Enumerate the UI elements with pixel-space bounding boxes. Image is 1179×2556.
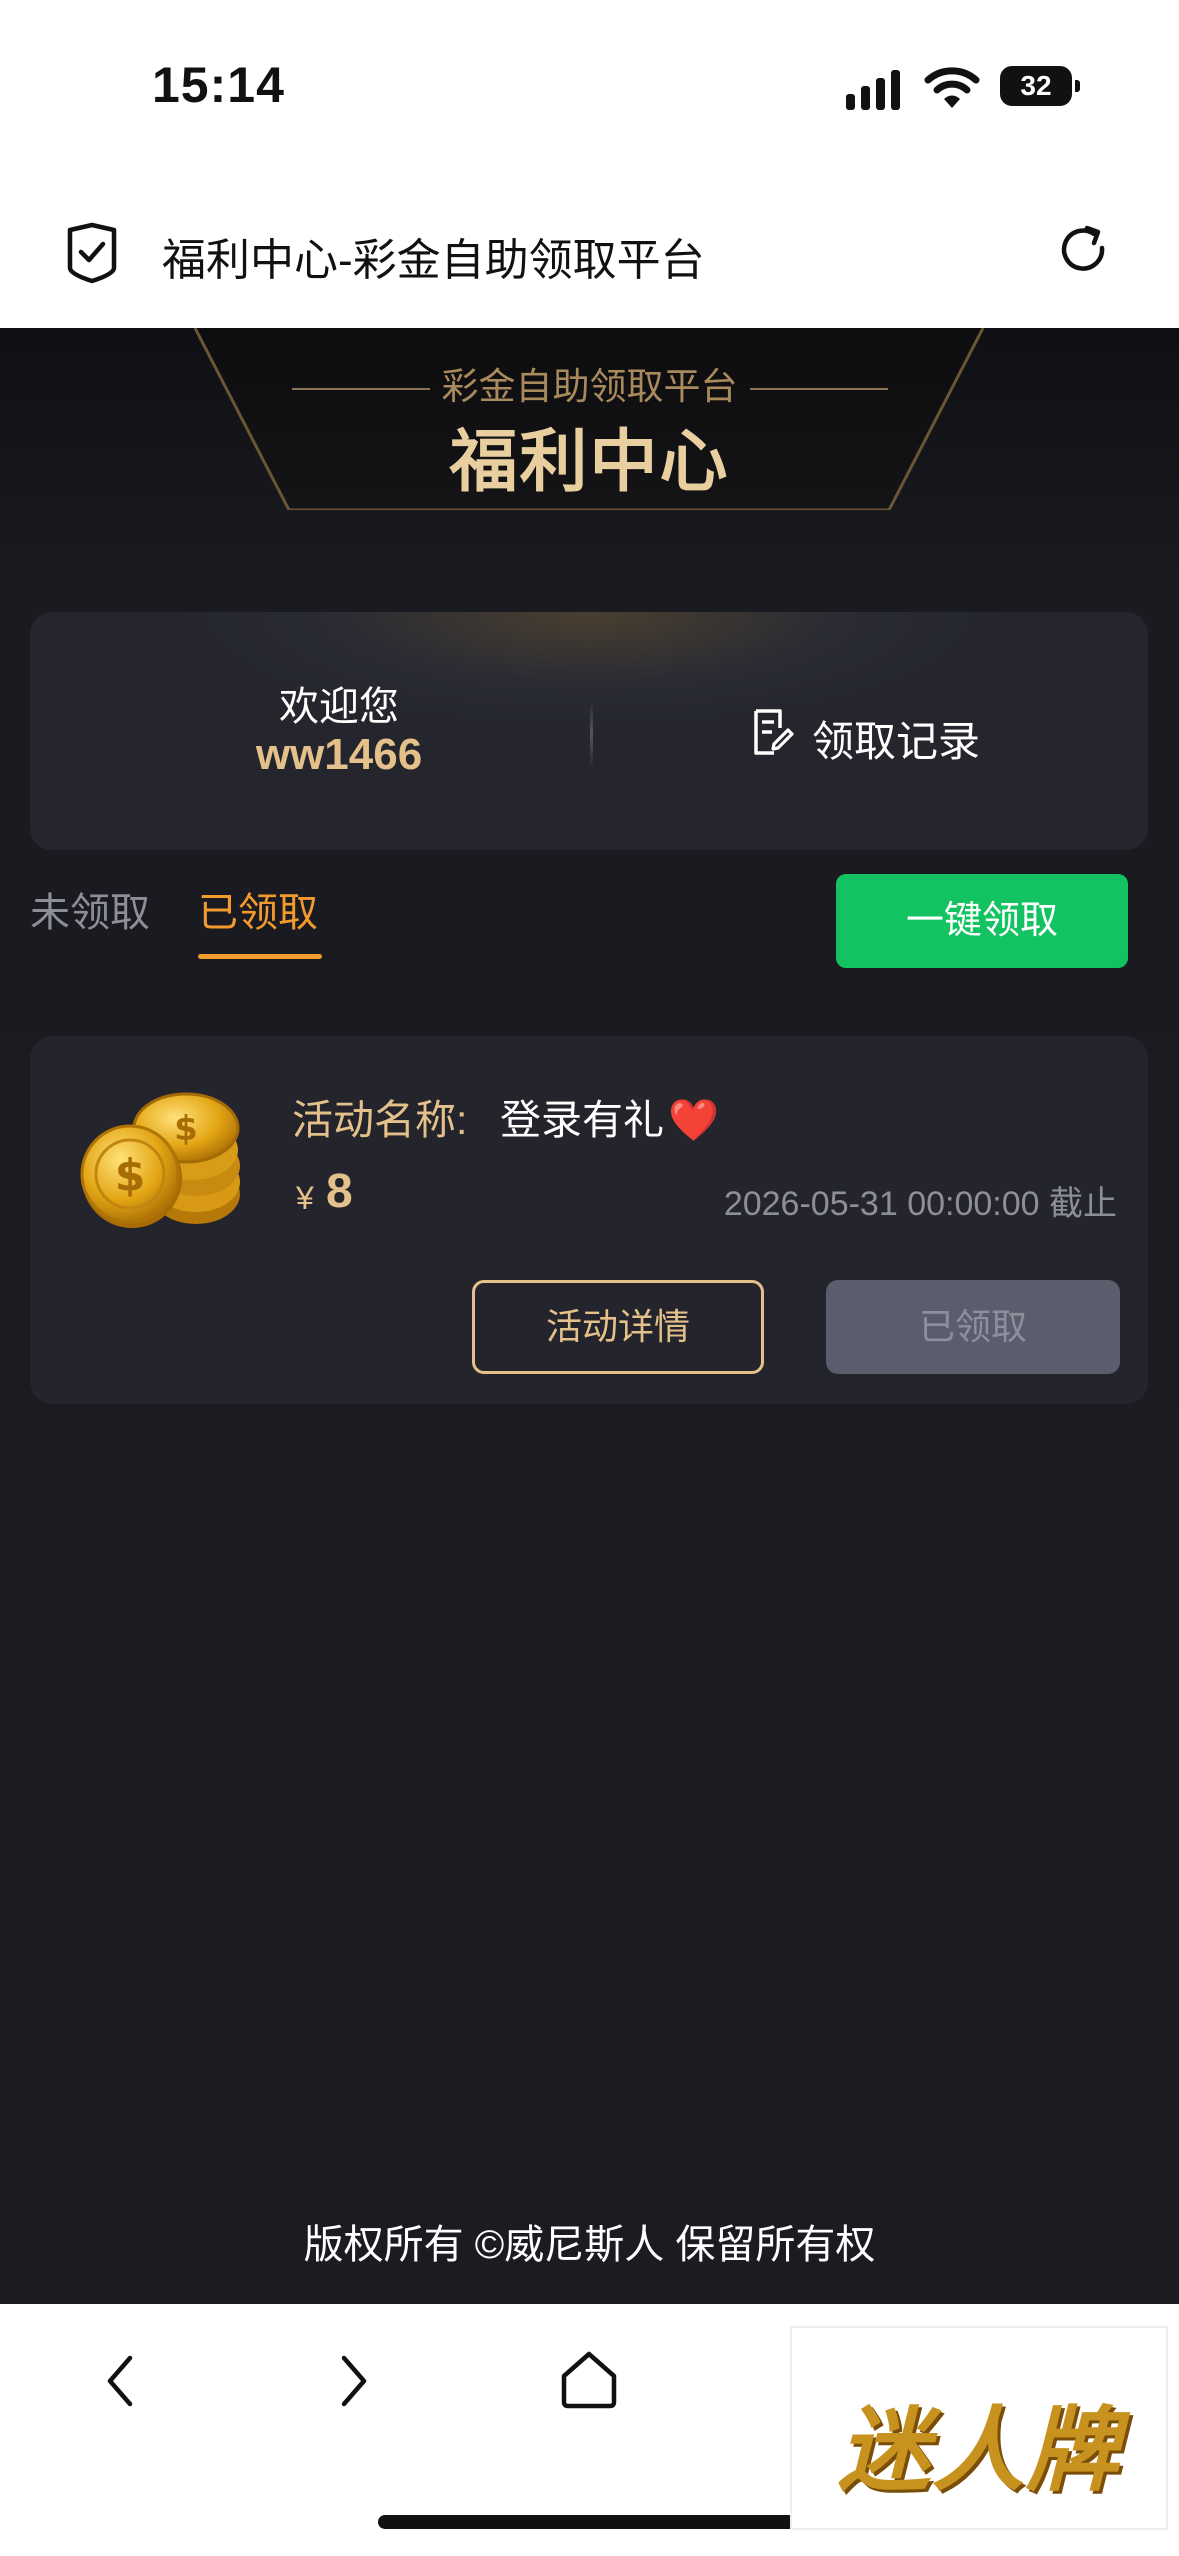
- watermark-text: 迷人牌: [837, 2400, 1120, 2502]
- bonus-amount: 8: [326, 1165, 353, 1218]
- claim-records-label: 领取记录: [812, 718, 981, 765]
- home-indicator: [378, 2515, 802, 2529]
- forward-icon[interactable]: [332, 2350, 378, 2412]
- svg-text:$: $: [115, 1150, 146, 1201]
- claim-all-button[interactable]: 一键领取: [836, 874, 1128, 968]
- claimed-status-button[interactable]: 已领取: [826, 1280, 1120, 1374]
- currency-symbol: ¥: [296, 1180, 314, 1216]
- active-tab-indicator: [198, 954, 322, 959]
- back-icon[interactable]: [96, 2350, 142, 2412]
- home-icon[interactable]: [556, 2348, 622, 2412]
- activity-deadline: 2026-05-31 00:00:00 截止: [723, 1185, 1117, 1223]
- copyright-text: 版权所有 ©威尼斯人 保留所有权: [303, 2223, 876, 2267]
- activity-name: 登录有礼❤️: [500, 1086, 719, 1146]
- banner-title: 福利中心: [449, 424, 730, 500]
- refresh-icon[interactable]: [1056, 222, 1112, 278]
- battery-indicator: 32: [1000, 66, 1080, 106]
- activity-details-button[interactable]: 活动详情: [472, 1280, 764, 1374]
- wifi-icon: [924, 67, 980, 108]
- activity-name-label: 活动名称:: [292, 1097, 468, 1143]
- page-title: 福利中心-彩金自助领取平台: [162, 236, 705, 285]
- document-edit-icon: [754, 709, 794, 755]
- status-time: 15:14: [152, 57, 285, 113]
- cellular-signal-icon: [846, 70, 900, 110]
- watermark-logo: 迷人牌: [790, 2326, 1168, 2530]
- username: ww1466: [255, 730, 423, 779]
- divider: [590, 702, 593, 766]
- tab-unclaimed[interactable]: 未领取: [30, 880, 150, 938]
- welcome-label: 欢迎您: [279, 685, 399, 729]
- shield-check-icon[interactable]: [64, 222, 120, 284]
- gold-coins-icon: $ $: [80, 1092, 240, 1228]
- heart-icon: ❤️: [668, 1097, 720, 1143]
- svg-text:$: $: [174, 1109, 198, 1149]
- activity-name-text: 登录有礼: [500, 1097, 664, 1143]
- welcome-card: 欢迎您 ww1466 领取记录: [30, 612, 1148, 850]
- tab-claimed[interactable]: 已领取: [198, 880, 318, 938]
- banner-subtitle: 彩金自助领取平台: [0, 356, 1179, 410]
